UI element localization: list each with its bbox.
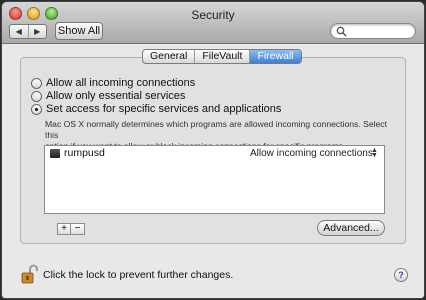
application-list[interactable]: rumpusd Allow incoming connections ▲ ▼: [44, 145, 385, 214]
application-icon: [50, 148, 60, 158]
magnifier-icon: [336, 26, 347, 37]
lock-message: Click the lock to prevent further change…: [43, 269, 234, 281]
application-name: rumpusd: [64, 147, 105, 159]
option-essential-only[interactable]: Allow only essential services: [31, 90, 185, 102]
option-label: Allow only essential services: [46, 90, 186, 102]
connection-status: Allow incoming connections: [250, 147, 373, 159]
back-forward-control: ◀ ▶: [9, 24, 47, 39]
tab-bar: General FileVault Firewall: [142, 49, 302, 64]
option-label: Set access for specific services and app…: [46, 103, 282, 115]
tab-general[interactable]: General: [143, 50, 196, 63]
forward-button[interactable]: ▶: [29, 25, 47, 38]
radio-button-selected[interactable]: [31, 103, 42, 115]
list-item[interactable]: rumpusd Allow incoming connections ▲ ▼: [45, 146, 384, 160]
radio-button[interactable]: [31, 77, 42, 89]
help-button[interactable]: ?: [394, 268, 408, 282]
title-bar: Security ◀ ▶ Show All: [2, 2, 424, 44]
back-button[interactable]: ◀: [10, 25, 29, 38]
tab-filevault[interactable]: FileVault: [195, 50, 251, 63]
add-app-button[interactable]: +: [57, 223, 71, 235]
tab-firewall[interactable]: Firewall: [250, 50, 301, 63]
remove-app-button[interactable]: −: [71, 223, 85, 235]
show-all-button[interactable]: Show All: [55, 22, 103, 40]
option-specific-services[interactable]: Set access for specific services and app…: [31, 103, 281, 115]
popup-arrows-icon[interactable]: ▲ ▼: [371, 147, 378, 159]
security-window: Security ◀ ▶ Show All General FileVault …: [2, 2, 424, 298]
search-field[interactable]: [330, 23, 416, 39]
radio-button[interactable]: [31, 90, 42, 102]
window-title: Security: [191, 8, 235, 22]
option-label: Allow all incoming connections: [46, 77, 196, 89]
description-line: Mac OS X normally determines which progr…: [45, 119, 387, 140]
advanced-button[interactable]: Advanced...: [317, 220, 385, 236]
lock-icon[interactable]: [21, 264, 39, 284]
option-allow-all[interactable]: Allow all incoming connections: [31, 77, 195, 89]
